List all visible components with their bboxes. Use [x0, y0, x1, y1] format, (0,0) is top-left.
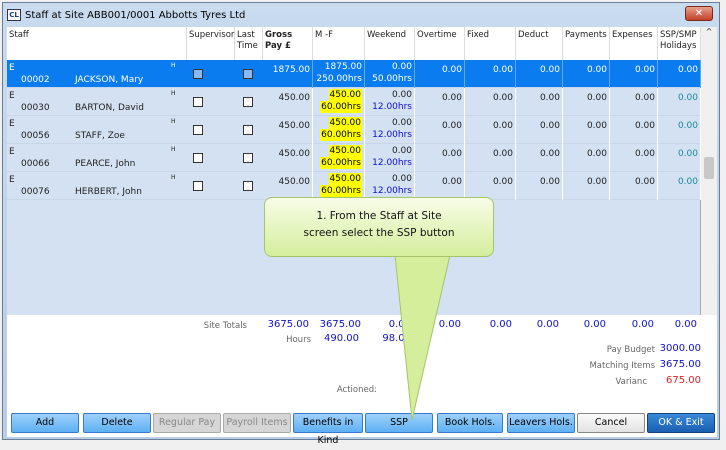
instruction-callout: 1. From the Staff at Site screen select … [264, 197, 494, 257]
callout-line-1: 1. From the Staff at Site [316, 210, 442, 222]
callout-line-2: screen select the SSP button [303, 227, 455, 239]
